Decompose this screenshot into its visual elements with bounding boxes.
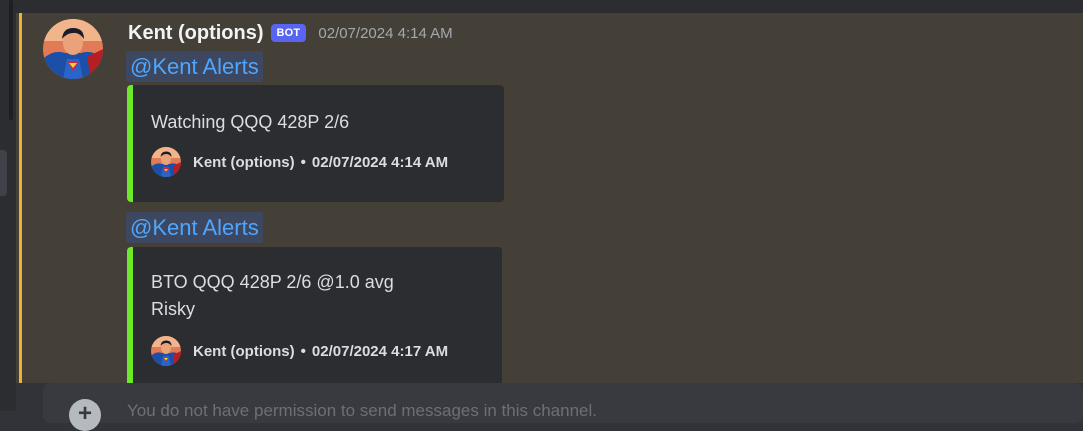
footer-timestamp: 02/07/2024 4:14 AM [311, 153, 449, 171]
role-mention[interactable]: @Kent Alerts [126, 212, 263, 243]
message-header: Kent (options) BOT 02/07/2024 4:14 AM [128, 21, 453, 45]
embed-footer: Kent (options) • 02/07/2024 4:14 AM [151, 147, 448, 177]
top-bar [0, 0, 1083, 13]
embed-description-line: Risky [151, 299, 195, 319]
author-username[interactable]: Kent (options) [128, 22, 264, 45]
mention-highlight-bar [19, 13, 22, 383]
message-item[interactable]: Kent (options) BOT 02/07/2024 4:14 AM @K… [16, 13, 1083, 387]
embed: Watching QQQ 428P 2/6 Kent (options) • 0… [127, 85, 504, 202]
embed: BTO QQQ 428P 2/6 @1.0 avg Risky Kent (op… [127, 247, 502, 387]
sidebar-scrollbar[interactable] [9, 0, 13, 120]
footer-author: Kent (options) [193, 153, 295, 171]
channel-list-edge [0, 0, 16, 411]
footer-separator: • [300, 342, 306, 360]
plus-circle-icon[interactable]: + [69, 399, 101, 431]
role-mention[interactable]: @Kent Alerts [126, 51, 263, 82]
author-avatar[interactable] [43, 19, 103, 79]
embed-description-line: BTO QQQ 428P 2/6 @1.0 avg [151, 272, 394, 292]
message-timestamp[interactable]: 02/07/2024 4:14 AM [318, 25, 452, 42]
footer-timestamp: 02/07/2024 4:17 AM [311, 342, 449, 360]
embed-description: BTO QQQ 428P 2/6 @1.0 avg Risky [151, 269, 394, 323]
footer-author: Kent (options) [193, 342, 295, 360]
footer-avatar-icon [151, 336, 181, 366]
selected-channel-indicator[interactable] [0, 150, 7, 196]
composer-placeholder: You do not have permission to send messa… [127, 401, 597, 420]
embed-description-line: Watching QQQ 428P 2/6 [151, 112, 350, 132]
footer-separator: • [300, 153, 306, 171]
embed-description: Watching QQQ 428P 2/6 [151, 109, 349, 136]
bot-badge: BOT [270, 24, 307, 42]
embed-footer: Kent (options) • 02/07/2024 4:17 AM [151, 336, 448, 366]
message-composer[interactable]: + You do not have permission to send mes… [43, 383, 1083, 431]
footer-avatar-icon [151, 147, 181, 177]
